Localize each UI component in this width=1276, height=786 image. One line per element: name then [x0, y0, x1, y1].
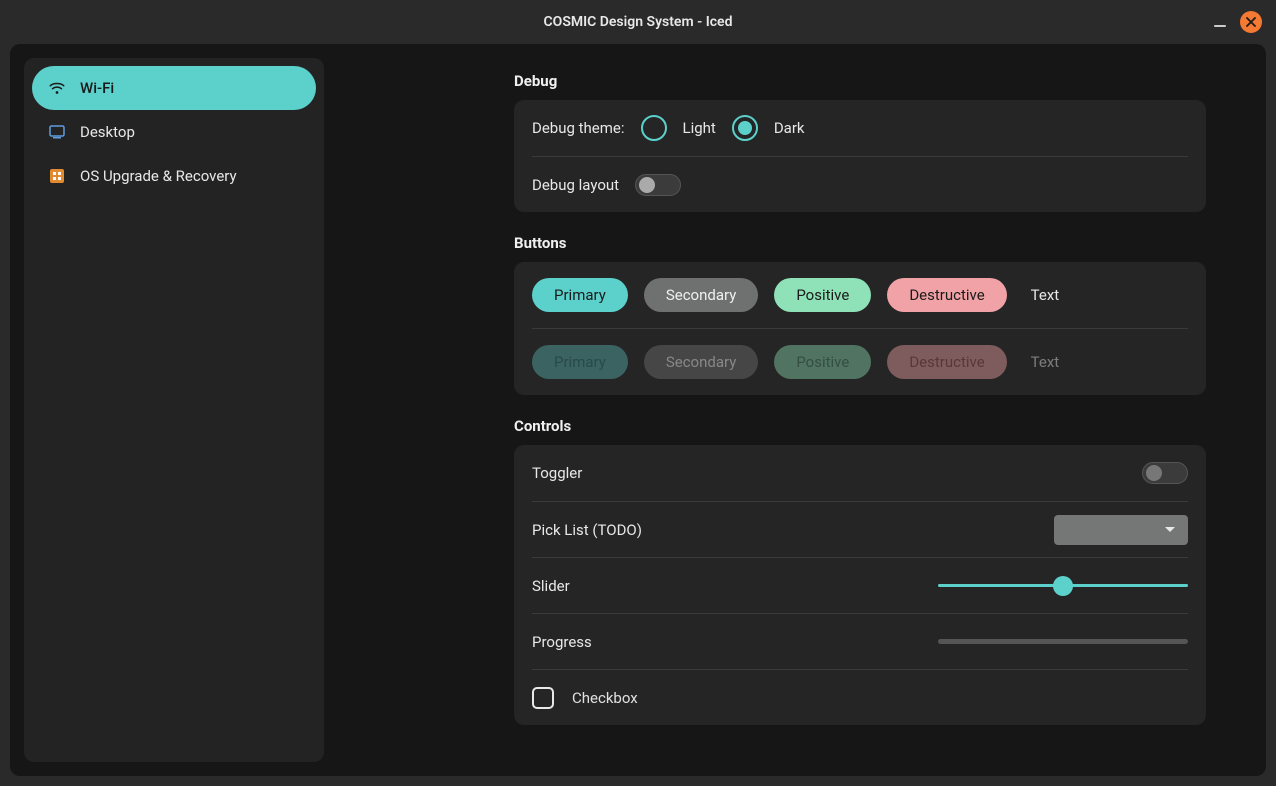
text-button[interactable]: Text	[1023, 278, 1068, 312]
debug-layout-label: Debug layout	[532, 176, 619, 194]
checkbox-row: Checkbox	[532, 669, 1188, 725]
debug-theme-row: Debug theme: Light Dark	[532, 100, 1188, 156]
slider-label: Slider	[532, 577, 570, 595]
controls-card: Toggler Pick List (TODO) Slider Progress	[514, 445, 1206, 725]
primary-button-disabled: Primary	[532, 345, 628, 379]
sidebar-item-label: Desktop	[80, 123, 135, 141]
debug-layout-toggle[interactable]	[635, 174, 681, 196]
sidebar-item-desktop[interactable]: Desktop	[32, 110, 316, 154]
sidebar-item-wifi[interactable]: Wi-Fi	[32, 66, 316, 110]
slider-row: Slider	[532, 557, 1188, 613]
radio-dark[interactable]	[732, 115, 758, 141]
titlebar: COSMIC Design System - Iced	[0, 0, 1276, 44]
debug-theme-label: Debug theme:	[532, 119, 625, 137]
positive-button-disabled: Positive	[774, 345, 871, 379]
sidebar-item-label: Wi-Fi	[80, 79, 114, 97]
chevron-down-icon	[1164, 526, 1176, 534]
sidebar-item-label: OS Upgrade & Recovery	[80, 167, 237, 185]
radio-light[interactable]	[641, 115, 667, 141]
slider-control[interactable]	[938, 576, 1188, 596]
section-title-buttons: Buttons	[514, 234, 1206, 252]
text-button-disabled: Text	[1023, 345, 1068, 379]
destructive-button-disabled: Destructive	[887, 345, 1006, 379]
minimize-button[interactable]	[1214, 17, 1226, 27]
section-title-controls: Controls	[514, 417, 1206, 435]
debug-layout-row: Debug layout	[532, 156, 1188, 212]
picklist-select[interactable]	[1054, 515, 1188, 545]
sidebar-item-os-upgrade[interactable]: OS Upgrade & Recovery	[32, 154, 316, 198]
sidebar: Wi-Fi Desktop OS Upgrade & Recovery	[24, 58, 324, 762]
window-title: COSMIC Design System - Iced	[544, 14, 733, 30]
wifi-icon	[48, 79, 66, 97]
progress-bar	[938, 639, 1188, 644]
positive-button[interactable]: Positive	[774, 278, 871, 312]
slider-thumb[interactable]	[1053, 576, 1073, 596]
destructive-button[interactable]: Destructive	[887, 278, 1006, 312]
progress-label: Progress	[532, 633, 592, 651]
buttons-row-enabled: Primary Secondary Positive Destructive T…	[532, 262, 1188, 328]
debug-card: Debug theme: Light Dark Debug layout	[514, 100, 1206, 212]
desktop-icon	[48, 123, 66, 141]
main-content: Debug Debug theme: Light Dark Debug layo…	[324, 44, 1266, 776]
picklist-label: Pick List (TODO)	[532, 521, 642, 539]
close-icon	[1246, 17, 1256, 27]
radio-dark-label: Dark	[774, 119, 805, 137]
progress-row: Progress	[532, 613, 1188, 669]
buttons-row-disabled: Primary Secondary Positive Destructive T…	[532, 328, 1188, 395]
toggler-row: Toggler	[532, 445, 1188, 501]
picklist-row: Pick List (TODO)	[532, 501, 1188, 557]
close-button[interactable]	[1240, 11, 1262, 33]
checkbox-label: Checkbox	[572, 689, 638, 707]
buttons-card: Primary Secondary Positive Destructive T…	[514, 262, 1206, 395]
upgrade-icon	[48, 167, 66, 185]
toggler-label: Toggler	[532, 464, 582, 482]
checkbox-input[interactable]	[532, 687, 554, 709]
titlebar-controls	[1214, 11, 1262, 33]
radio-light-label: Light	[683, 119, 716, 137]
secondary-button[interactable]: Secondary	[644, 278, 758, 312]
minimize-icon	[1214, 25, 1226, 27]
secondary-button-disabled: Secondary	[644, 345, 758, 379]
app-window: Wi-Fi Desktop OS Upgrade & Recovery Debu…	[10, 44, 1266, 776]
section-title-debug: Debug	[514, 72, 1206, 90]
toggler-switch[interactable]	[1142, 462, 1188, 484]
primary-button[interactable]: Primary	[532, 278, 628, 312]
